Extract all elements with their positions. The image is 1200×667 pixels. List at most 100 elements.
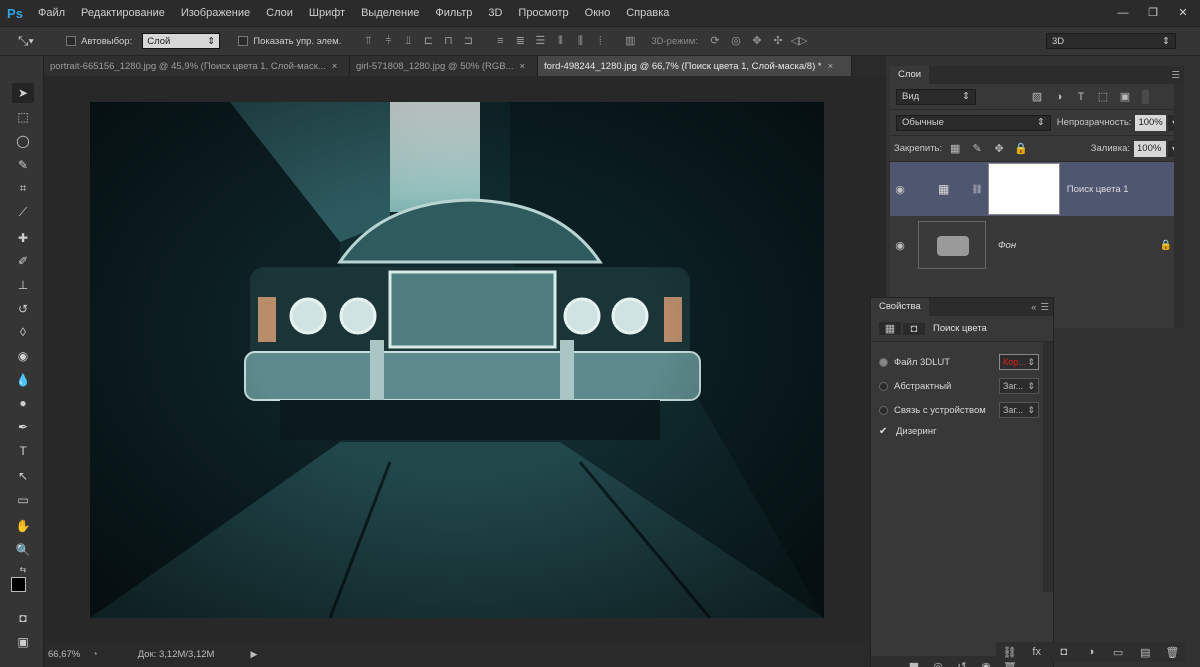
menu-view[interactable]: Просмотр [510, 0, 576, 26]
distribute-hcenter-icon[interactable]: ⫼ [571, 33, 589, 49]
zoom-tool-icon[interactable]: 🔍 [12, 540, 34, 560]
status-menu-arrow-icon[interactable]: ▶ [250, 649, 257, 660]
option-dither[interactable]: ✔ Дизеринг [879, 423, 1039, 439]
filter-pixel-icon[interactable]: ▨ [1026, 90, 1048, 103]
lock-all-icon[interactable]: 🔒 [1010, 142, 1032, 155]
move-tool-icon[interactable]: ➤ [12, 83, 34, 103]
document-image[interactable] [90, 102, 824, 618]
filter-shape-icon[interactable]: ⬚ [1092, 90, 1114, 103]
type-tool-icon[interactable]: T [12, 441, 34, 461]
menu-file[interactable]: Файл [30, 0, 73, 26]
auto-align-icon[interactable]: ▥ [621, 33, 639, 49]
menu-3d[interactable]: 3D [480, 0, 510, 26]
layer-name[interactable]: Поиск цвета 1 [1067, 184, 1129, 195]
dither-checkbox[interactable]: ✔ [879, 426, 890, 437]
menu-layers[interactable]: Слои [258, 0, 301, 26]
add-mask-icon[interactable]: ◘ [1053, 646, 1075, 658]
workspace-select[interactable]: 3D ⇕ [1046, 33, 1176, 49]
crop-tool-icon[interactable]: ⌗ [12, 178, 34, 198]
new-group-icon[interactable]: ▭ [1107, 646, 1129, 659]
close-icon[interactable]: × [828, 61, 834, 72]
filter-adjustment-icon[interactable]: ◑ [1048, 91, 1070, 103]
rectangle-tool-icon[interactable]: ▭ [12, 490, 34, 510]
fill-input[interactable]: 100% [1134, 140, 1166, 157]
mask-icon[interactable]: ◘ [903, 322, 925, 335]
menu-select[interactable]: Выделение [353, 0, 427, 26]
menu-edit[interactable]: Редактирование [73, 0, 173, 26]
drag-3d-icon[interactable]: ✥ [748, 33, 766, 49]
show-controls-checkbox[interactable] [238, 36, 249, 46]
panel-menu-icon[interactable]: ☰ [1171, 70, 1180, 81]
paint-bucket-tool-icon[interactable]: ◉ [12, 346, 34, 366]
panel-menu-icon[interactable]: ☰ [1040, 302, 1049, 313]
option-device-link[interactable]: Связь с устройством Заг... ⇕ [879, 402, 1039, 418]
layer-row-background[interactable]: ◉ Фон 🔒 [890, 218, 1184, 272]
screen-mode-icon[interactable]: ▣ [12, 632, 34, 652]
blur-tool-icon[interactable]: 💧 [12, 370, 34, 390]
lock-image-icon[interactable]: ✎ [966, 142, 988, 155]
layer-row-color-lookup[interactable]: ◉ ▦ ⛓ Поиск цвета 1 [890, 162, 1184, 216]
delete-layer-icon[interactable]: 🗑 [1161, 646, 1183, 659]
align-hcenter-icon[interactable]: ⊓ [439, 33, 457, 49]
layer-filter-select[interactable]: Вид ⇕ [896, 88, 976, 105]
eraser-tool-icon[interactable]: ◊ [12, 322, 34, 342]
foreground-color-swatch[interactable] [11, 577, 26, 592]
canvas-area[interactable] [44, 76, 886, 642]
properties-scrollbar[interactable] [1043, 342, 1053, 592]
rotate-3d-icon[interactable]: ⟳ [706, 33, 724, 49]
close-icon[interactable]: × [520, 61, 526, 72]
layers-panel-title[interactable]: Слои [890, 66, 930, 84]
blend-mode-select[interactable]: Обычные ⇕ [896, 114, 1051, 131]
properties-panel-title[interactable]: Свойства [871, 298, 929, 316]
status-info-icon[interactable]: ◔ [92, 649, 98, 660]
filter-toggle-icon[interactable] [1142, 89, 1149, 104]
autoselect-select[interactable]: Слой ⇕ [142, 33, 221, 49]
quick-select-tool-icon[interactable]: ✎ [12, 155, 34, 175]
link-layers-icon[interactable]: ⛓ [999, 646, 1021, 659]
lock-transparent-icon[interactable]: ▦ [944, 142, 966, 155]
layer-style-icon[interactable]: fx [1026, 646, 1048, 658]
adjustment-icon[interactable]: ▦ [879, 322, 901, 335]
opacity-input[interactable]: 100% [1135, 114, 1167, 131]
radio-3dlut[interactable] [879, 357, 888, 367]
clone-stamp-tool-icon[interactable]: ⊥ [12, 275, 34, 295]
zoom-level[interactable]: 66,67% [48, 649, 86, 660]
lasso-tool-icon[interactable]: ◯ [12, 131, 34, 151]
marquee-tool-icon[interactable]: ⬚ [12, 107, 34, 127]
hand-tool-icon[interactable]: ✋ [12, 516, 34, 536]
tab-ford[interactable]: ford-498244_1280.jpg @ 66,7% (Поиск цвет… [538, 56, 852, 76]
align-vcenter-icon[interactable]: ⫩ [379, 33, 397, 49]
restore-icon[interactable]: ❐ [1142, 5, 1164, 21]
roll-3d-icon[interactable]: ◎ [727, 33, 745, 49]
reset-adjustment-icon[interactable]: ↺ [951, 660, 973, 667]
toggle-visibility-icon[interactable]: ◉ [975, 660, 997, 667]
distribute-vcenter-icon[interactable]: ≣ [511, 33, 529, 49]
new-adjustment-icon[interactable]: ◑ [1080, 646, 1102, 658]
scale-3d-icon[interactable]: ◁▷ [790, 33, 808, 49]
visibility-eye-icon[interactable]: ◉ [890, 239, 910, 252]
filter-smart-object-icon[interactable]: ▣ [1114, 90, 1136, 103]
distribute-bottom-icon[interactable]: ☰ [531, 33, 549, 49]
lock-position-icon[interactable]: ✥ [988, 142, 1010, 155]
distribute-top-icon[interactable]: ≡ [491, 33, 509, 49]
distribute-right-icon[interactable]: ⦙ [591, 33, 609, 49]
autoselect-checkbox[interactable] [66, 36, 76, 46]
distribute-left-icon[interactable]: ⦀ [551, 33, 569, 49]
radio-abstract[interactable] [879, 381, 888, 391]
panel-collapse-icon[interactable]: « [1031, 302, 1036, 313]
align-left-icon[interactable]: ⊏ [419, 33, 437, 49]
path-selection-tool-icon[interactable]: ↖ [12, 466, 34, 486]
visibility-eye-icon[interactable]: ◉ [890, 183, 910, 196]
layer-name[interactable]: Фон [998, 240, 1016, 251]
close-icon[interactable]: ✕ [1172, 5, 1194, 21]
tab-portrait[interactable]: portrait-665156_1280.jpg @ 45,9% (Поиск … [44, 56, 350, 76]
tab-girl[interactable]: girl-571808_1280.jpg @ 50% (RGB... × [350, 56, 538, 76]
align-right-icon[interactable]: ⊐ [459, 33, 477, 49]
healing-brush-tool-icon[interactable]: ✚ [12, 228, 34, 248]
clip-to-layer-icon[interactable]: ⬒ [903, 660, 925, 667]
abstract-select[interactable]: Заг... ⇕ [999, 378, 1039, 394]
mask-link-icon[interactable]: ⛓ [971, 184, 982, 195]
menu-image[interactable]: Изображение [173, 0, 258, 26]
minimize-icon[interactable]: — [1112, 5, 1134, 21]
view-previous-state-icon[interactable]: ◎ [927, 660, 949, 667]
